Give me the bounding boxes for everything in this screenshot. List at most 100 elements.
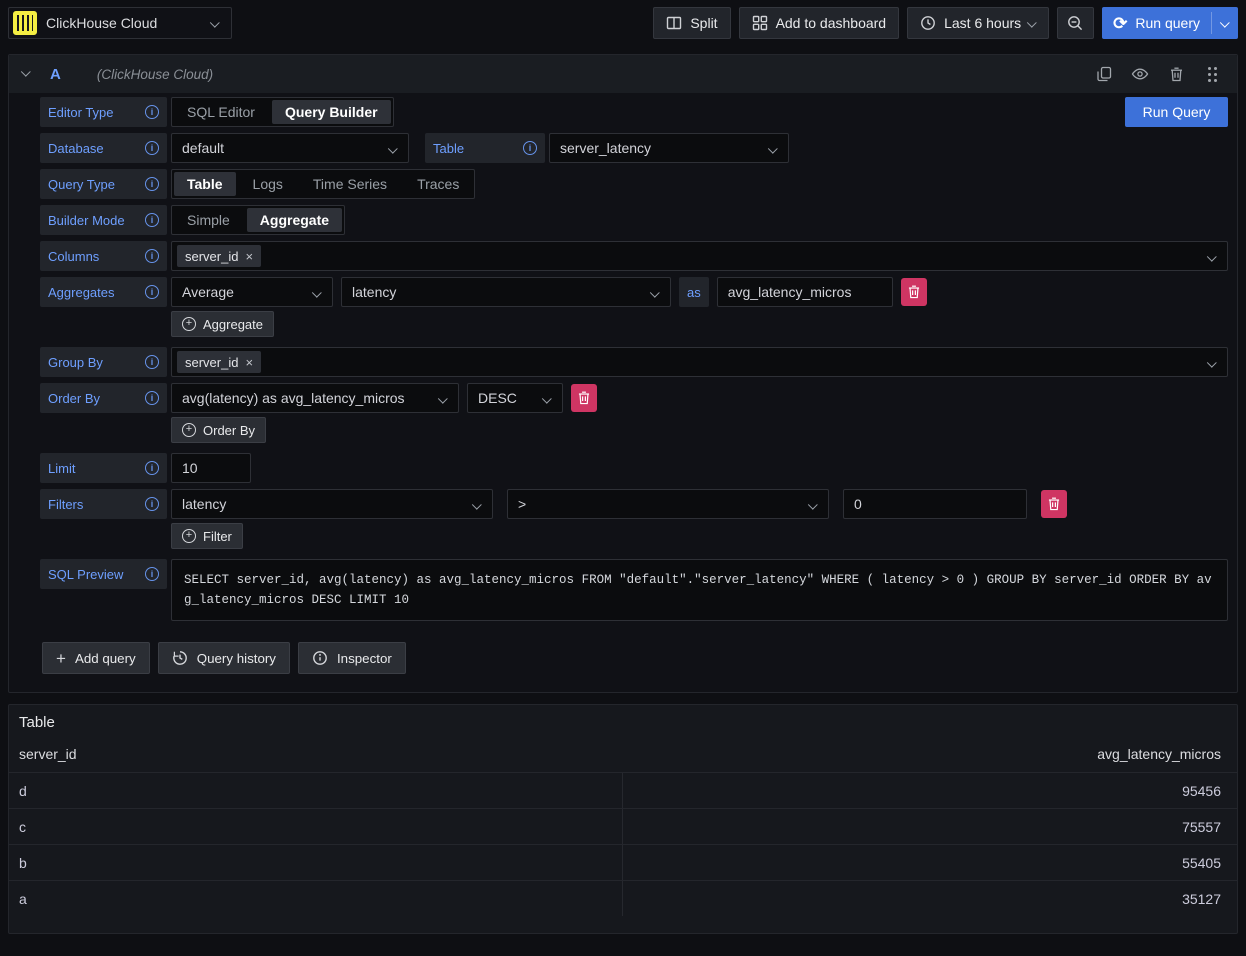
- order-direction-select[interactable]: DESC: [467, 383, 563, 413]
- run-query-dropdown[interactable]: [1212, 7, 1238, 39]
- remove-chip-icon[interactable]: ×: [245, 250, 253, 263]
- filter-value-input[interactable]: 0: [843, 489, 1027, 519]
- option-traces[interactable]: Traces: [404, 172, 472, 196]
- columns-multiselect[interactable]: server_id ×: [171, 241, 1228, 271]
- filter-column-select[interactable]: latency: [171, 489, 493, 519]
- info-icon[interactable]: i: [145, 213, 159, 227]
- editor-type-label: Editor Type: [48, 105, 114, 120]
- info-circle-icon: [312, 650, 328, 666]
- panel-title[interactable]: Table: [9, 705, 1237, 735]
- info-icon[interactable]: i: [145, 177, 159, 191]
- filter-operator-select[interactable]: >: [507, 489, 829, 519]
- option-table[interactable]: Table: [174, 172, 236, 196]
- remove-chip-icon[interactable]: ×: [245, 356, 253, 369]
- add-to-dashboard-button[interactable]: Add to dashboard: [739, 7, 900, 39]
- info-icon[interactable]: i: [145, 285, 159, 299]
- aggregate-function-select[interactable]: Average: [171, 277, 333, 307]
- datasource-name: ClickHouse Cloud: [46, 15, 203, 31]
- remove-order-by-button[interactable]: [571, 384, 597, 412]
- order-by-row: Order By i avg(latency) as avg_latency_m…: [40, 383, 1228, 413]
- remove-filter-button[interactable]: [1041, 490, 1067, 518]
- columns-label: Columns: [48, 249, 99, 264]
- query-editor-container: A (ClickHouse Cloud) Editor Type i SQL E…: [8, 54, 1238, 693]
- add-query-button[interactable]: + Add query: [42, 642, 150, 674]
- plus-circle-icon: +: [182, 529, 196, 543]
- option-simple[interactable]: Simple: [174, 208, 243, 232]
- columns-label-box: Columns i: [40, 241, 167, 271]
- drag-handle-icon[interactable]: [1201, 63, 1223, 85]
- editor-type-radio-group: SQL Editor Query Builder: [171, 97, 394, 127]
- chevron-down-icon: [210, 17, 220, 27]
- info-icon[interactable]: i: [145, 461, 159, 475]
- limit-input[interactable]: 10: [171, 453, 251, 483]
- zoom-out-time-button[interactable]: [1057, 7, 1094, 39]
- query-row-header: A (ClickHouse Cloud): [9, 55, 1237, 93]
- database-select[interactable]: default: [171, 133, 409, 163]
- sync-icon: ⟳: [1113, 15, 1127, 32]
- option-query-builder[interactable]: Query Builder: [272, 100, 391, 124]
- table-body: d 95456 c 75557 b 55405 a 35127: [9, 772, 1237, 916]
- plus-icon: +: [56, 650, 66, 667]
- info-icon[interactable]: i: [145, 249, 159, 263]
- remove-aggregate-button[interactable]: [901, 278, 927, 306]
- column-header-avg-latency[interactable]: avg_latency_micros: [620, 746, 1221, 762]
- cell-avg-latency: 75557: [623, 809, 1237, 844]
- chevron-down-icon: [768, 144, 778, 154]
- table-header-row: server_id avg_latency_micros: [9, 735, 1237, 772]
- explore-toolbar: ClickHouse Cloud Split Add to dashboard …: [0, 0, 1246, 46]
- chevron-down-icon: [438, 394, 448, 404]
- info-icon[interactable]: i: [145, 105, 159, 119]
- inspector-button[interactable]: Inspector: [298, 642, 406, 674]
- order-by-field-select[interactable]: avg(latency) as avg_latency_micros: [171, 383, 459, 413]
- column-header-server-id[interactable]: server_id: [19, 746, 620, 762]
- option-time-series[interactable]: Time Series: [300, 172, 400, 196]
- option-aggregate[interactable]: Aggregate: [247, 208, 342, 232]
- editor-type-label-box: Editor Type i: [40, 97, 167, 127]
- duplicate-query-icon[interactable]: [1093, 63, 1115, 85]
- info-icon[interactable]: i: [523, 141, 537, 155]
- add-aggregate-button[interactable]: + Aggregate: [171, 311, 274, 337]
- table-select[interactable]: server_latency: [549, 133, 789, 163]
- hide-response-eye-icon[interactable]: [1129, 63, 1151, 85]
- add-filter-button[interactable]: + Filter: [171, 523, 243, 549]
- aggregate-column-value: latency: [352, 284, 396, 300]
- info-icon[interactable]: i: [145, 497, 159, 511]
- group-by-multiselect[interactable]: server_id ×: [171, 347, 1228, 377]
- magnifier-minus-icon: [1067, 15, 1084, 32]
- info-icon[interactable]: i: [145, 567, 159, 581]
- order-by-label-box: Order By i: [40, 383, 167, 413]
- split-button[interactable]: Split: [653, 7, 730, 39]
- split-label: Split: [690, 15, 717, 31]
- collapse-query-icon[interactable]: [21, 67, 31, 77]
- group-by-chip: server_id ×: [177, 351, 261, 373]
- plus-circle-icon: +: [182, 423, 196, 437]
- option-sql-editor[interactable]: SQL Editor: [174, 100, 268, 124]
- builder-mode-radio-group: Simple Aggregate: [171, 205, 345, 235]
- datasource-picker[interactable]: ClickHouse Cloud: [8, 7, 232, 39]
- sql-preview-label: SQL Preview: [48, 567, 123, 582]
- cell-server-id: d: [9, 773, 623, 808]
- info-icon[interactable]: i: [145, 141, 159, 155]
- cell-server-id: a: [9, 881, 623, 916]
- run-query-label: Run query: [1135, 15, 1200, 31]
- add-order-by-button[interactable]: + Order By: [171, 417, 266, 443]
- order-direction-value: DESC: [478, 390, 517, 406]
- editor-type-row: Editor Type i SQL Editor Query Builder R…: [40, 97, 1228, 127]
- option-logs[interactable]: Logs: [240, 172, 296, 196]
- cell-server-id: c: [9, 809, 623, 844]
- chevron-down-icon: [808, 500, 818, 510]
- database-table-row: Database i default Table i server_latenc…: [40, 133, 1228, 163]
- info-icon[interactable]: i: [145, 355, 159, 369]
- sql-preview-text: SELECT server_id, avg(latency) as avg_la…: [171, 559, 1228, 621]
- remove-query-trash-icon[interactable]: [1165, 63, 1187, 85]
- aggregate-column-select[interactable]: latency: [341, 277, 671, 307]
- run-query-inline-button[interactable]: Run Query: [1125, 97, 1228, 127]
- run-query-button[interactable]: ⟳ Run query: [1102, 7, 1238, 39]
- time-range-picker[interactable]: Last 6 hours: [907, 7, 1049, 39]
- query-editor-footer: + Add query Query history Inspector: [40, 642, 1228, 692]
- chevron-down-icon: [312, 288, 322, 298]
- info-icon[interactable]: i: [145, 391, 159, 405]
- aggregate-alias-input[interactable]: avg_latency_micros: [717, 277, 893, 307]
- query-history-button[interactable]: Query history: [158, 642, 290, 674]
- chevron-down-icon: [1207, 252, 1217, 262]
